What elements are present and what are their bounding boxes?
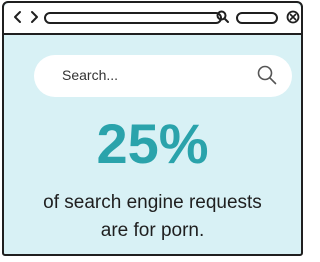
search-placeholder: Search... xyxy=(62,67,119,83)
browser-titlebar xyxy=(4,3,301,35)
chevron-left-icon[interactable] xyxy=(12,10,24,24)
search-icon[interactable] xyxy=(256,64,278,86)
search-icon[interactable] xyxy=(215,9,231,25)
browser-pill-bar[interactable] xyxy=(236,12,278,24)
browser-window: Search... 25% of search engine requests … xyxy=(2,1,303,256)
stat-caption-line-1: of search engine requests xyxy=(43,192,262,213)
stat-caption: of search engine requests are for porn. xyxy=(4,189,301,245)
chevron-right-icon[interactable] xyxy=(28,10,40,24)
stat-caption-line-2: are for porn. xyxy=(100,220,205,241)
close-icon[interactable] xyxy=(286,10,300,24)
stat-percentage: 25% xyxy=(96,112,209,175)
address-bar[interactable] xyxy=(44,12,222,24)
search-input[interactable]: Search... xyxy=(34,55,292,97)
